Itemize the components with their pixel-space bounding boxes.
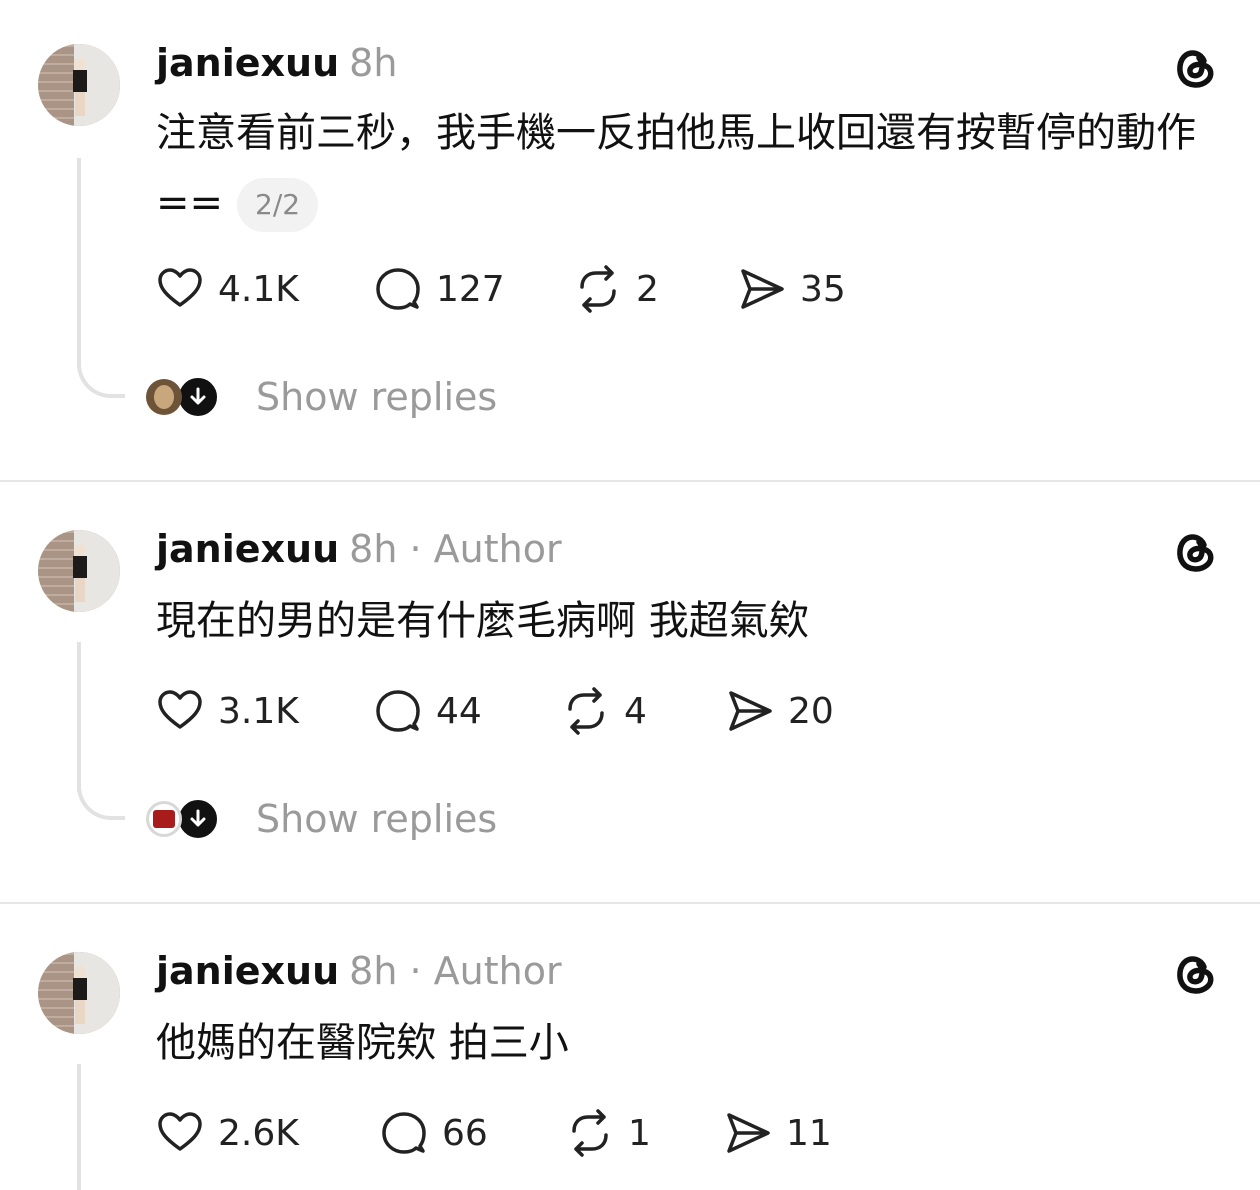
comment-bubble-icon [376,690,420,732]
comment-count: 127 [436,268,505,310]
repost-button[interactable]: 1 [566,1108,651,1158]
avatar[interactable] [38,952,120,1034]
show-replies-label[interactable]: Show replies [256,375,497,419]
threads-logo-icon[interactable] [1170,42,1222,94]
repost-icon [572,1109,608,1157]
share-count: 11 [786,1112,832,1154]
post-header: janiexuu 8h · Author [156,526,562,572]
like-count: 3.1K [218,690,299,732]
post-body: 他媽的在醫院欸 拍三小 [156,1020,569,1066]
comment-bubble-icon [382,1112,426,1154]
author-badge: · Author [409,949,562,993]
reply-avatar [146,379,182,415]
post-body: 現在的男的是有什麼毛病啊 我超氣欸 [156,598,809,644]
repost-icon [568,687,604,735]
thread-line [77,642,81,792]
post-1: janiexuu 8h 注意看前三秒，我手機一反拍他馬上收回還有按暫停的動作== 2… [0,0,1260,480]
thread-connector [77,782,125,820]
repost-count: 1 [628,1112,651,1154]
like-count: 4.1K [218,268,299,310]
post-3: janiexuu 8h · Author 他媽的在醫院欸 拍三小 2.6K 66 … [0,904,1260,1190]
avatar[interactable] [38,530,120,612]
like-count: 2.6K [218,1112,299,1154]
threads-logo-icon[interactable] [1170,526,1222,578]
like-button[interactable]: 2.6K [156,1108,299,1158]
thread-line [77,158,81,368]
post-2: janiexuu 8h · Author 現在的男的是有什麼毛病啊 我超氣欸 3.… [0,482,1260,902]
share-button[interactable]: 11 [724,1108,832,1158]
username[interactable]: janiexuu [156,41,339,85]
post-text: 注意看前三秒，我手機一反拍他馬上收回還有按暫停的動作== 2/2 [156,98,1216,238]
heart-icon [158,690,202,729]
post-header: janiexuu 8h · Author [156,948,562,994]
reply-avatar [146,801,182,837]
repost-count: 2 [636,268,659,310]
heart-icon [158,1112,202,1151]
show-replies-button[interactable]: Show replies [146,794,497,844]
repost-count: 4 [624,690,647,732]
send-icon [741,269,784,309]
username[interactable]: janiexuu [156,527,339,571]
avatar[interactable] [38,44,120,126]
page-indicator: 2/2 [237,178,319,232]
comment-button[interactable]: 66 [380,1108,488,1158]
arrow-down-icon [176,375,220,419]
post-header: janiexuu 8h [156,40,397,86]
send-icon [729,691,772,731]
threads-logo-icon[interactable] [1170,948,1222,1000]
comment-button[interactable]: 44 [374,686,482,736]
timestamp: 8h [349,527,398,571]
share-count: 20 [788,690,834,732]
heart-icon [158,268,202,307]
show-replies-label[interactable]: Show replies [256,797,497,841]
like-button[interactable]: 3.1K [156,686,299,736]
post-text: 他媽的在醫院欸 拍三小 [156,1008,1216,1078]
show-replies-button[interactable]: Show replies [146,372,497,422]
timestamp: 8h [349,949,398,993]
send-icon [727,1113,770,1153]
repost-button[interactable]: 2 [574,264,659,314]
comment-count: 66 [442,1112,488,1154]
author-badge: · Author [409,527,562,571]
thread-line [77,1064,81,1190]
comment-count: 44 [436,690,482,732]
repost-icon [580,265,616,313]
share-button[interactable]: 20 [726,686,834,736]
timestamp: 8h [349,41,398,85]
comment-bubble-icon [376,268,420,310]
comment-button[interactable]: 127 [374,264,505,314]
share-count: 35 [800,268,846,310]
share-button[interactable]: 35 [738,264,846,314]
username[interactable]: janiexuu [156,949,339,993]
thread-connector [77,360,125,398]
repost-button[interactable]: 4 [562,686,647,736]
like-button[interactable]: 4.1K [156,264,299,314]
arrow-down-icon [176,797,220,841]
post-text: 現在的男的是有什麼毛病啊 我超氣欸 [156,586,1216,656]
